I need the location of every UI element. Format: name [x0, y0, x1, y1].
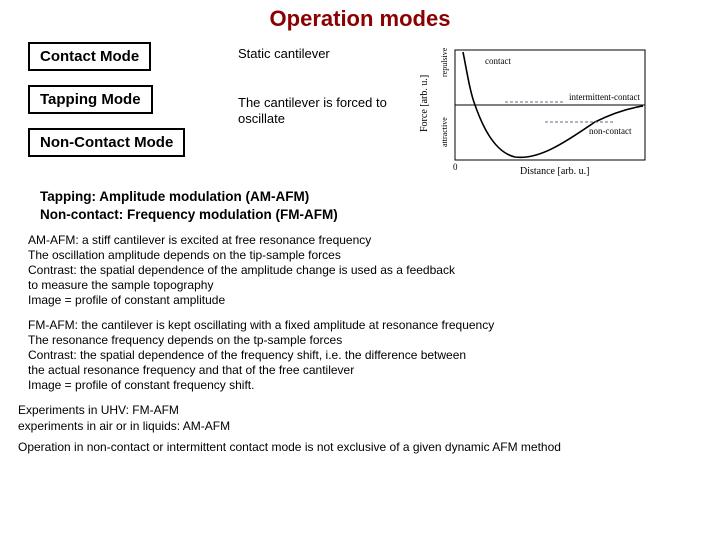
descriptions-column: Static cantilever The cantilever is forc… — [218, 42, 388, 126]
chart-y-upper: repulsive — [440, 47, 449, 77]
exp-uhv: Experiments in UHV: FM-AFM — [18, 403, 179, 417]
page-title: Operation modes — [0, 6, 720, 32]
chart-ann-contact: contact — [485, 56, 511, 66]
modulation-subhead: Tapping: Amplitude modulation (AM-AFM) N… — [0, 188, 720, 223]
chart-xlabel: Distance [arb. u.] — [520, 166, 589, 177]
footer-note: Operation in non-contact or intermittent… — [18, 440, 702, 456]
contact-mode-box: Contact Mode — [28, 42, 151, 71]
subhead-noncontact: Non-contact: Frequency modulation (FM-AF… — [40, 206, 680, 224]
noncontact-mode-box: Non-Contact Mode — [28, 128, 185, 157]
oscillate-label: The cantilever is forced to oscillate — [238, 95, 388, 126]
chart-ylabel: Force [arb. u.] — [419, 75, 430, 132]
top-row: Contact Mode Tapping Mode Non-Contact Mo… — [0, 42, 720, 182]
footer-block: Experiments in UHV: FM-AFM experiments i… — [0, 403, 720, 456]
chart-ann-noncontact: non-contact — [589, 126, 632, 136]
chart-ann-intermittent: intermittent-contact — [569, 92, 640, 102]
tapping-mode-box: Tapping Mode — [28, 85, 153, 114]
chart-y-lower: attractive — [440, 117, 449, 147]
subhead-tapping: Tapping: Amplitude modulation (AM-AFM) — [40, 188, 680, 206]
chart-origin: 0 — [453, 162, 458, 172]
fm-afm-block: FM-AFM: the cantilever is kept oscillati… — [0, 318, 720, 393]
am-afm-block: AM-AFM: a stiff cantilever is excited at… — [0, 233, 720, 308]
static-cantilever-label: Static cantilever — [238, 46, 388, 61]
exp-air-liquid: experiments in air or in liquids: AM-AFM — [18, 419, 230, 433]
modes-column: Contact Mode Tapping Mode Non-Contact Mo… — [28, 42, 218, 157]
force-distance-chart: contact intermittent-contact non-contact… — [415, 42, 665, 182]
chart-column: contact intermittent-contact non-contact… — [388, 42, 692, 182]
